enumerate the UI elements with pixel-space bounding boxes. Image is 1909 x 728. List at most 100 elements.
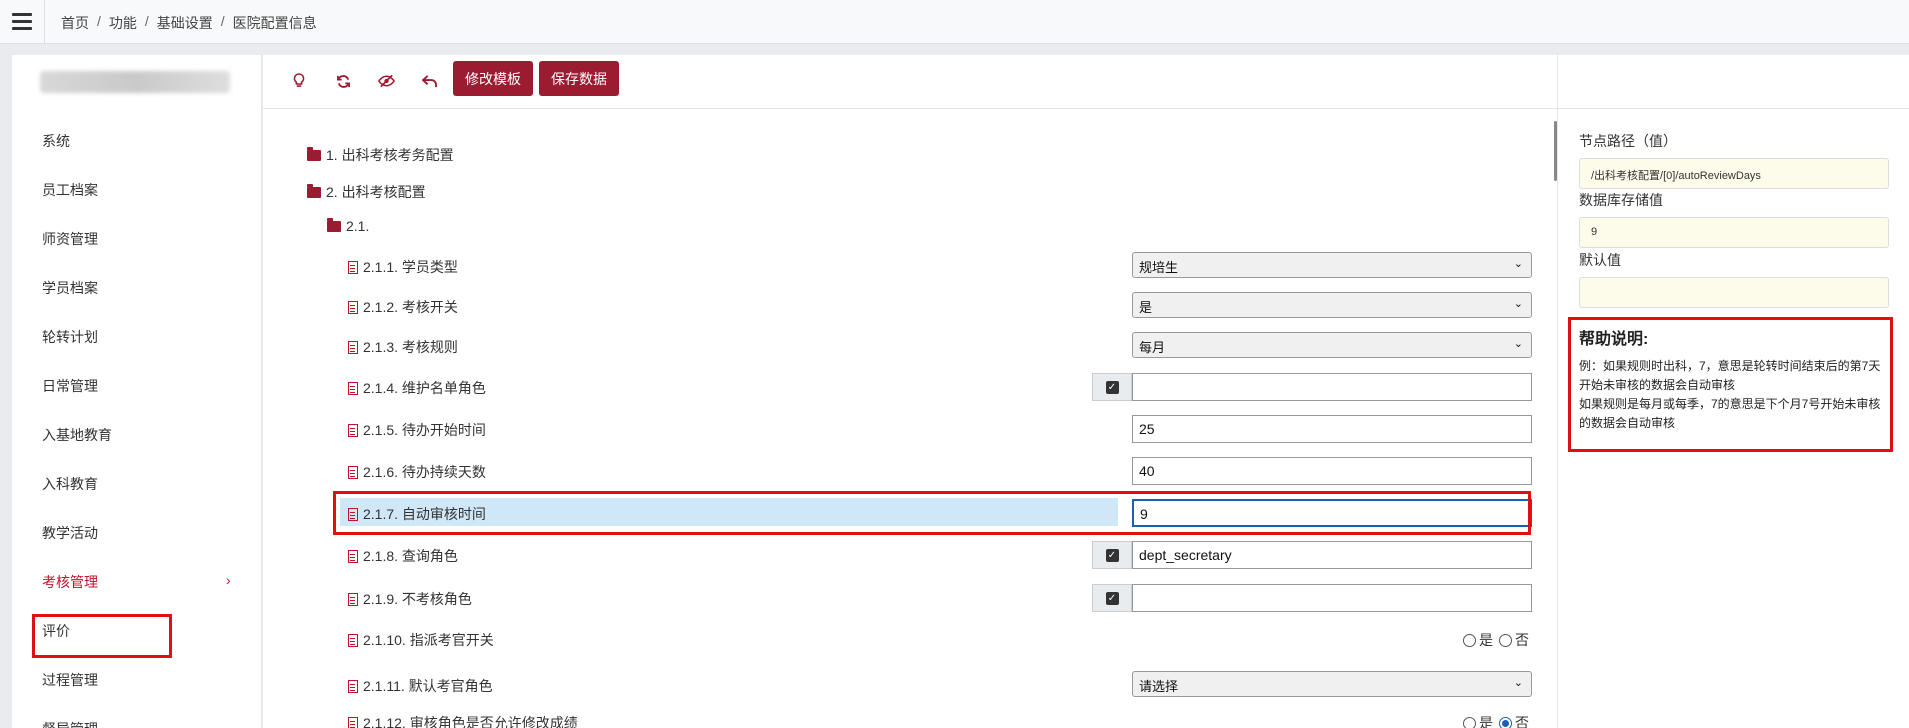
- main-panel: 修改模板 保存数据 1. 出科考核考务配置 2. 出科考核配置 2.1. 2.1…: [263, 55, 1557, 728]
- sidebar-item-faculty[interactable]: 师资管理: [42, 229, 98, 249]
- tree-item-label: 2.1.4. 维护名单角色: [363, 380, 486, 396]
- refresh-icon[interactable]: [331, 69, 355, 93]
- top-bar: 首页 / 功能 / 基础设置 / 医院配置信息: [0, 0, 1909, 44]
- details-panel: 节点路径（值） /出科考核配置/[0]/autoReviewDays 数据库存储…: [1557, 55, 1909, 728]
- sidebar-item-process[interactable]: 过程管理: [42, 670, 98, 690]
- tree-item-label: 2.1.8. 查询角色: [363, 548, 458, 564]
- role-picker-checkbox[interactable]: ✓: [1092, 541, 1132, 569]
- tree-item-label: 2.1.3. 考核规则: [363, 339, 458, 355]
- tree-item-label: 2.1.11. 默认考官角色: [363, 678, 493, 694]
- file-icon: [348, 633, 358, 647]
- tree-item[interactable]: 2.1.9. 不考核角色: [348, 589, 472, 609]
- tree-item-label: 2.1.6. 待办持续天数: [363, 464, 486, 480]
- tree-folder-2-1[interactable]: 2.1.: [327, 217, 369, 234]
- radio-label: 否: [1515, 632, 1529, 648]
- highlight-annotation: [1568, 317, 1893, 452]
- radio-label: 是: [1479, 715, 1493, 728]
- tree-item-label: 2.1.1. 学员类型: [363, 259, 458, 275]
- edit-template-button[interactable]: 修改模板: [453, 61, 533, 96]
- sidebar-item-daily[interactable]: 日常管理: [42, 376, 98, 396]
- sidebar-item-teaching[interactable]: 教学活动: [42, 523, 98, 543]
- tree-item-label: 2.1.12. 审核角色是否允许修改成绩: [363, 715, 578, 728]
- node-path-field[interactable]: /出科考核配置/[0]/autoReviewDays: [1579, 158, 1889, 189]
- sidebar-item-student-records[interactable]: 学员档案: [42, 278, 98, 298]
- student-type-select[interactable]: 规培生 ⌄: [1132, 252, 1532, 278]
- sidebar-item-evaluation[interactable]: 评价: [42, 621, 70, 641]
- breadcrumb-home[interactable]: 首页: [61, 13, 89, 33]
- save-data-button[interactable]: 保存数据: [539, 61, 619, 96]
- tree-item[interactable]: 2.1.5. 待办开始时间: [348, 420, 486, 440]
- sidebar-item-supervision[interactable]: 督导管理: [42, 719, 98, 728]
- lightbulb-icon[interactable]: [287, 69, 311, 93]
- tree-item-label: 2.1.9. 不考核角色: [363, 591, 472, 607]
- file-icon: [348, 465, 358, 479]
- sidebar-item-system[interactable]: 系统: [42, 131, 70, 151]
- file-icon: [348, 592, 358, 606]
- tree-item[interactable]: 2.1.6. 待办持续天数: [348, 462, 486, 482]
- tree-item[interactable]: 2.1.1. 学员类型: [348, 257, 458, 277]
- tree-item[interactable]: 2.1.8. 查询角色: [348, 546, 458, 566]
- todo-start-time-input[interactable]: 25: [1132, 415, 1532, 443]
- select-value: 请选择: [1139, 679, 1179, 694]
- folder-icon: [307, 146, 321, 161]
- radio-no[interactable]: [1499, 716, 1512, 728]
- tree-item[interactable]: 2.1.10. 指派考官开关: [348, 630, 494, 650]
- sidebar-item-staff-records[interactable]: 员工档案: [42, 180, 98, 200]
- tree-item[interactable]: 2.1.11. 默认考官角色: [348, 676, 493, 696]
- tree-item[interactable]: 2.1.4. 维护名单角色: [348, 378, 486, 398]
- role-picker-checkbox[interactable]: ✓: [1092, 373, 1132, 401]
- allow-edit-score-radio-group: 是 否: [1457, 713, 1529, 728]
- file-icon: [348, 549, 358, 563]
- sidebar: 系统 员工档案 师资管理 学员档案 轮转计划 日常管理 入基地教育 入科教育 教…: [12, 55, 262, 728]
- file-icon: [348, 423, 358, 437]
- tree-item[interactable]: 2.1.3. 考核规则: [348, 337, 458, 357]
- tree-folder-1[interactable]: 1. 出科考核考务配置: [307, 145, 454, 165]
- role-picker-checkbox[interactable]: ✓: [1092, 584, 1132, 612]
- tree-folder-label: 1. 出科考核考务配置: [326, 147, 454, 163]
- breadcrumb-basic-settings[interactable]: 基础设置: [157, 13, 213, 33]
- breadcrumb-current: 医院配置信息: [232, 15, 317, 31]
- db-value-field[interactable]: 9: [1579, 217, 1889, 248]
- chevron-down-icon: ⌄: [1513, 298, 1523, 310]
- tree-item[interactable]: 2.1.12. 审核角色是否允许修改成绩: [348, 713, 578, 728]
- assessment-switch-select[interactable]: 是 ⌄: [1132, 292, 1532, 318]
- default-value-field[interactable]: [1579, 277, 1889, 308]
- toolbar: 修改模板 保存数据: [263, 55, 1557, 109]
- todo-duration-input[interactable]: 40: [1132, 457, 1532, 485]
- radio-no[interactable]: [1499, 633, 1512, 647]
- details-header: [1558, 55, 1909, 109]
- undo-icon[interactable]: [417, 69, 441, 93]
- sidebar-item-assessment[interactable]: 考核管理: [42, 572, 98, 592]
- default-examiner-role-select[interactable]: 请选择 ⌄: [1132, 671, 1532, 697]
- sidebar-item-base-education[interactable]: 入基地教育: [42, 425, 112, 445]
- menu-toggle-icon[interactable]: [12, 13, 32, 30]
- radio-label: 否: [1515, 715, 1529, 728]
- assign-examiner-radio-group: 是 否: [1457, 630, 1529, 650]
- query-role-input[interactable]: dept_secretary: [1132, 541, 1532, 569]
- sidebar-item-dept-education[interactable]: 入科教育: [42, 474, 98, 494]
- chevron-right-icon: ›: [226, 572, 231, 588]
- select-value: 每月: [1139, 340, 1166, 355]
- file-icon: [348, 679, 358, 693]
- no-assessment-role-input[interactable]: [1132, 584, 1532, 612]
- tree-item-label: 2.1.2. 考核开关: [363, 299, 458, 315]
- breadcrumb-separator: /: [97, 13, 101, 29]
- folder-open-icon: [307, 183, 321, 198]
- tree-item-label: 2.1.10. 指派考官开关: [363, 632, 494, 648]
- tree-folder-label: 2. 出科考核配置: [326, 184, 426, 200]
- breadcrumb-function[interactable]: 功能: [109, 13, 137, 33]
- chevron-down-icon: ⌄: [1513, 677, 1523, 689]
- radio-yes[interactable]: [1463, 716, 1476, 728]
- eye-slash-icon[interactable]: [374, 69, 398, 93]
- radio-yes[interactable]: [1463, 633, 1476, 647]
- assessment-rule-select[interactable]: 每月 ⌄: [1132, 332, 1532, 358]
- maintain-list-role-input[interactable]: [1132, 373, 1532, 401]
- breadcrumb-separator: /: [220, 13, 225, 29]
- tree-item-label: 2.1.5. 待办开始时间: [363, 422, 486, 438]
- sidebar-item-rotation-plan[interactable]: 轮转计划: [42, 327, 98, 347]
- blurred-hospital-name: [40, 71, 230, 93]
- default-value-label: 默认值: [1579, 252, 1621, 268]
- tree-item[interactable]: 2.1.2. 考核开关: [348, 297, 458, 317]
- tree-folder-2[interactable]: 2. 出科考核配置: [307, 182, 426, 202]
- db-value-label: 数据库存储值: [1579, 192, 1663, 208]
